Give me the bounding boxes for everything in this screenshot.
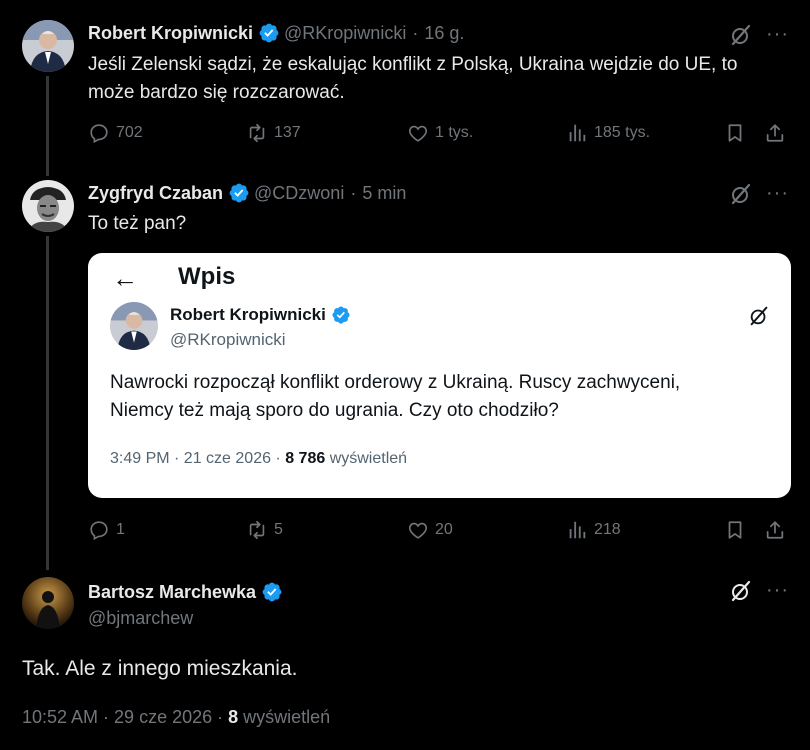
reply-icon [88,519,110,541]
bookmark-button[interactable] [724,516,746,544]
tweet-text-line: może bardzo się rozczarować. [88,82,345,103]
verified-badge-icon [331,305,351,325]
share-button[interactable] [764,119,786,147]
tweet-text: Tak. Ale z innego mieszkania. [22,657,298,680]
more-icon[interactable]: ··· [766,580,789,600]
grok-icon[interactable] [729,182,753,206]
repost-button[interactable]: 5 [246,516,283,544]
avatar[interactable] [22,20,74,72]
separator: · [412,22,419,43]
views-button[interactable]: 218 [566,516,621,544]
repost-icon [246,519,268,541]
tweet-actions: 1 5 20 218 [88,516,786,544]
grok-icon[interactable] [729,23,753,47]
author-name: Robert Kropiwnicki [170,305,355,325]
author-handle[interactable]: @bjmarchew [88,608,193,629]
grok-icon[interactable] [729,579,753,603]
author-name[interactable]: Bartosz Marchewka [88,582,256,603]
verified-badge-icon [228,182,250,204]
tweet-time[interactable]: 5 min [362,183,406,204]
like-count: 20 [435,521,453,538]
attached-image[interactable]: ← Wpis Robert Kropiwnicki @RKropiwnicki … [88,253,791,498]
views-count: 8 [228,707,239,727]
tweet-text-line: Jeśli Zelenski sądzi, że eskalując konfl… [88,54,738,75]
more-icon[interactable]: ··· [766,24,789,44]
avatar[interactable] [22,577,74,629]
reply-button[interactable]: 702 [88,119,143,147]
repost-button[interactable]: 137 [246,119,301,147]
reply-button[interactable]: 1 [88,516,125,544]
author-name-text: Robert Kropiwnicki [170,305,326,324]
repost-count: 137 [274,124,301,141]
bookmark-button[interactable] [724,119,746,147]
views-button[interactable]: 185 tys. [566,119,650,147]
grok-icon [748,305,770,327]
views-icon [566,122,588,144]
views-count: 218 [594,521,621,538]
tweet-header: Bartosz Marchewka [88,581,287,603]
quoted-text-line: Niemcy też mają sporo do ugrania. Czy ot… [110,400,559,421]
author-name[interactable]: Robert Kropiwnicki [88,23,253,44]
thread-connector-line [46,236,49,570]
share-icon [764,122,786,144]
like-button[interactable]: 20 [407,516,453,544]
quoted-timestamp: 3:49 PM · 21 cze 2026 · [110,450,286,467]
like-count: 1 tys. [435,124,474,141]
like-button[interactable]: 1 tys. [407,119,473,147]
more-icon[interactable]: ··· [766,183,789,203]
like-icon [407,122,429,144]
like-icon [407,519,429,541]
bookmark-icon [724,122,746,144]
repost-count: 5 [274,521,283,538]
reply-icon [88,122,110,144]
tweet-timestamp[interactable]: 10:52 AM · 29 cze 2026 · [22,707,228,727]
views-label: wyświetleń [238,707,331,727]
share-icon [764,519,786,541]
share-button[interactable] [764,516,786,544]
reply-count: 702 [116,124,143,141]
author-name[interactable]: Zygfryd Czaban [88,183,223,204]
tweet-text: Jeśli Zelenski sądzi, że eskalując konfl… [88,51,788,107]
quoted-text: Nawrocki rozpoczął konflikt orderowy z U… [110,369,770,425]
tweet-time[interactable]: 16 g. [424,23,464,44]
views-icon [566,519,588,541]
back-arrow-icon: ← [112,263,138,293]
tweet-meta: 10:52 AM · 29 cze 2026 · 8 wyświetleń [22,707,330,728]
separator: · [350,182,357,203]
quoted-views-count: 8 786 [285,450,326,467]
tweet-header: Zygfryd Czaban @CDzwoni · 5 min [88,182,406,204]
quoted-text-line: Nawrocki rozpoczął konflikt orderowy z U… [110,372,681,393]
reply-count: 1 [116,521,125,538]
page-title: Wpis [178,263,236,290]
tweet-header: Robert Kropiwnicki @RKropiwnicki · 16 g. [88,22,464,44]
tweet-text: To też pan? [88,213,187,234]
thread-connector-line [46,76,49,176]
repost-icon [246,122,268,144]
author-handle[interactable]: @CDzwoni [254,183,344,204]
tweet-actions: 702 137 1 tys. 185 tys. [88,119,786,147]
quoted-meta: 3:49 PM · 21 cze 2026 · 8 786 wyświetleń [110,450,407,468]
bookmark-icon [724,519,746,541]
quoted-views-label: wyświetleń [325,450,408,467]
avatar[interactable] [22,180,74,232]
avatar [110,302,158,350]
author-handle: @RKropiwnicki [170,330,286,349]
author-handle[interactable]: @RKropiwnicki [284,23,406,44]
verified-badge-icon [261,581,283,603]
views-count: 185 tys. [594,124,651,141]
verified-badge-icon [258,22,280,44]
